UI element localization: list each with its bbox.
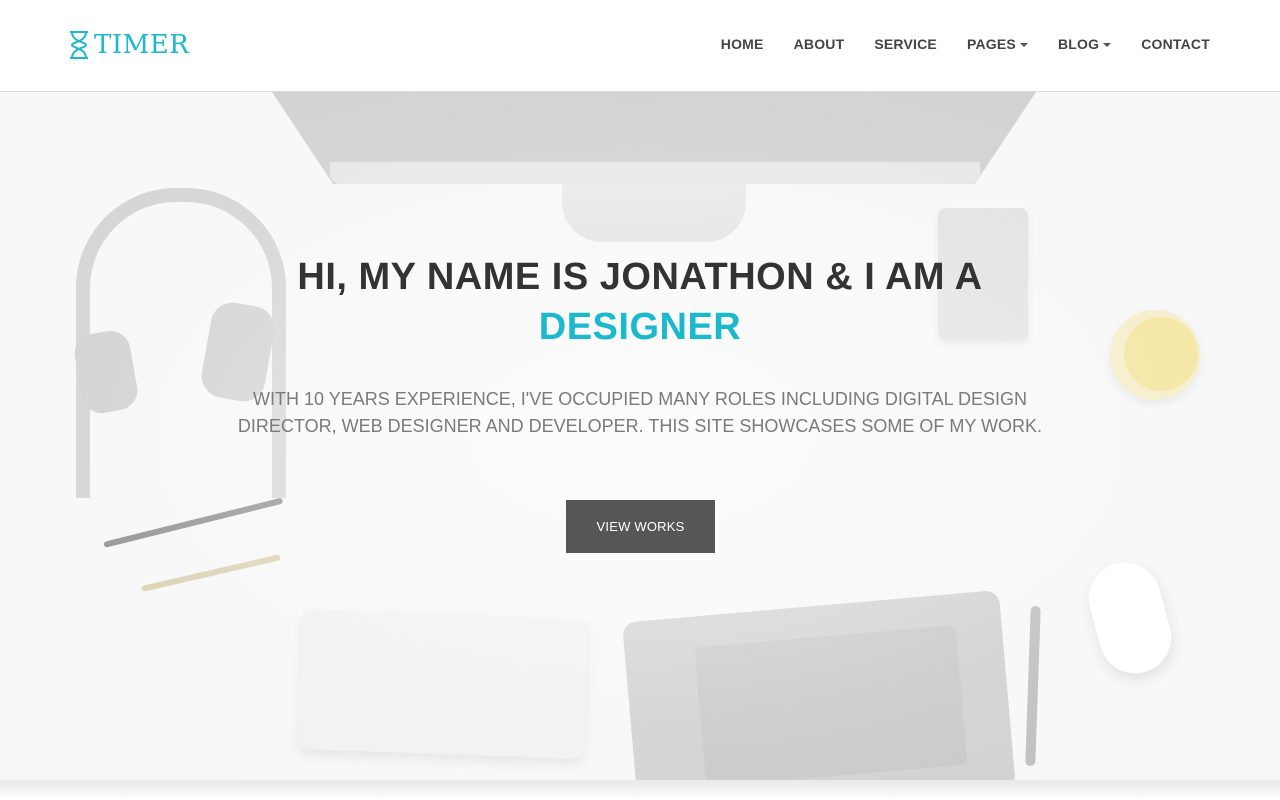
nav-contact-label: CONTACT bbox=[1141, 36, 1210, 52]
nav-service[interactable]: SERVICE bbox=[874, 36, 937, 52]
hero-section: HI, MY NAME IS JONATHON & I AM A DESIGNE… bbox=[0, 92, 1280, 780]
hourglass-icon bbox=[70, 31, 88, 59]
logo-text: TIMER bbox=[94, 30, 190, 60]
nav-blog-label: BLOG bbox=[1057, 36, 1100, 52]
logo[interactable]: TIMER bbox=[68, 30, 189, 60]
hero-title: HI, MY NAME IS JONATHON & I AM A bbox=[297, 256, 983, 298]
nav-about-label: ABOUT bbox=[793, 36, 845, 52]
caret-down-icon bbox=[1103, 43, 1112, 47]
nav-home[interactable]: HOME bbox=[721, 36, 764, 52]
nav-blog[interactable]: BLOG bbox=[1057, 36, 1112, 52]
nav-home-label: HOME bbox=[720, 36, 764, 52]
site-header: TIMER HOME ABOUT SERVICE PAGES BLOG CONT… bbox=[0, 0, 1280, 92]
view-works-button[interactable]: VIEW WORKS bbox=[566, 500, 715, 553]
hero-bottom-shadow bbox=[0, 780, 1280, 800]
nav-service-label: SERVICE bbox=[874, 36, 937, 52]
caret-down-icon bbox=[1019, 43, 1028, 47]
main-nav: HOME ABOUT SERVICE PAGES BLOG CONTACT bbox=[721, 36, 1210, 52]
hero-title-accent: DESIGNER bbox=[538, 306, 742, 348]
hero-subtitle: WITH 10 YEARS EXPERIENCE, I'VE OCCUPIED … bbox=[237, 389, 1043, 436]
nav-about[interactable]: ABOUT bbox=[794, 36, 845, 52]
hero-content: HI, MY NAME IS JONATHON & I AM A DESIGNE… bbox=[0, 252, 1280, 440]
nav-contact[interactable]: CONTACT bbox=[1141, 36, 1210, 52]
nav-pages[interactable]: PAGES bbox=[967, 36, 1028, 52]
nav-pages-label: PAGES bbox=[966, 36, 1016, 52]
